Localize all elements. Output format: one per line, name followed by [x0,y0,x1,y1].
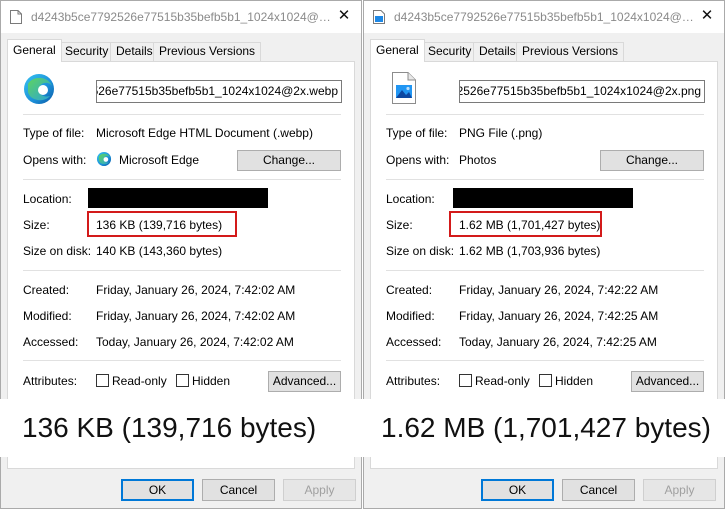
readonly-checkbox[interactable] [96,374,109,387]
opens-with-value: Photos [459,153,497,167]
advanced-button[interactable]: Advanced... [631,371,704,392]
readonly-label: Read-only [475,374,530,388]
size-on-disk-value: 140 KB (143,360 bytes) [96,244,223,258]
modified-value: Friday, January 26, 2024, 7:42:25 AM [459,309,659,323]
png-file-icon [392,72,416,104]
created-value: Friday, January 26, 2024, 7:42:22 AM [459,283,659,297]
accessed-value: Today, January 26, 2024, 7:42:25 AM [459,335,657,349]
opens-with-label: Opens with: [386,153,450,167]
type-label: Type of file: [386,126,448,140]
hidden-checkbox[interactable] [176,374,189,387]
edge-icon [24,74,54,104]
modified-label: Modified: [23,309,72,323]
cancel-button[interactable]: Cancel [562,479,635,501]
location-redacted [88,188,268,208]
window-title: d4243b5ce7792526e77515b35befb5b1_1024x10… [394,10,694,24]
tab-general[interactable]: General [370,39,425,62]
close-button[interactable]: ✕ [696,5,718,27]
location-label: Location: [386,192,435,206]
separator [23,179,341,180]
size-highlight-box [87,211,237,237]
accessed-label: Accessed: [23,335,79,349]
modified-label: Modified: [386,309,435,323]
zoomed-size-overlay: 136 KB (139,716 bytes) 1.62 MB (1,701,42… [0,399,725,457]
size-label: Size: [23,218,50,232]
filename-field[interactable]: d4243b5ce7792526e77515b35befb5b1_1024x10… [459,80,705,103]
change-button[interactable]: Change... [600,150,704,171]
created-value: Friday, January 26, 2024, 7:42:02 AM [96,283,296,297]
separator [386,114,704,115]
title-bar[interactable]: d4243b5ce7792526e77515b35befb5b1_1024x10… [364,1,724,33]
cancel-button[interactable]: Cancel [202,479,275,501]
attributes-label: Attributes: [386,374,441,388]
readonly-label: Read-only [112,374,167,388]
size-highlight-box [449,211,602,237]
advanced-button[interactable]: Advanced... [268,371,341,392]
tab-general[interactable]: General [7,39,62,62]
ok-button[interactable]: OK [121,479,194,501]
change-button[interactable]: Change... [237,150,341,171]
separator [23,270,341,271]
hidden-checkbox[interactable] [539,374,552,387]
type-value: PNG File (.png) [459,126,543,140]
separator [386,360,704,361]
size-on-disk-value: 1.62 MB (1,703,936 bytes) [459,244,601,258]
zoomed-size-right: 1.62 MB (1,701,427 bytes) [381,412,711,443]
size-on-disk-label: Size on disk: [386,244,455,258]
type-label: Type of file: [23,126,85,140]
tab-previous-versions[interactable]: Previous Versions [153,42,262,61]
tab-security[interactable]: Security [422,42,478,61]
apply-button[interactable]: Apply [643,479,716,501]
location-label: Location: [23,192,72,206]
image-file-icon [373,10,385,24]
size-on-disk-label: Size on disk: [23,244,92,258]
hidden-label: Hidden [555,374,594,388]
separator [386,270,704,271]
zoomed-size-left: 136 KB (139,716 bytes) [22,412,317,443]
tab-previous-versions[interactable]: Previous Versions [516,42,625,61]
location-redacted [453,188,633,208]
window-title: d4243b5ce7792526e77515b35befb5b1_1024x10… [31,10,331,24]
edge-icon [96,151,112,167]
tab-security[interactable]: Security [59,42,115,61]
opens-with-label: Opens with: [23,153,87,167]
title-bar[interactable]: d4243b5ce7792526e77515b35befb5b1_1024x10… [1,1,361,33]
accessed-value: Today, January 26, 2024, 7:42:02 AM [96,335,294,349]
opens-with-value: Microsoft Edge [119,153,200,167]
separator [23,114,341,115]
ok-button[interactable]: OK [481,479,554,501]
type-value: Microsoft Edge HTML Document (.webp) [96,126,313,140]
tab-details[interactable]: Details [110,42,159,61]
hidden-label: Hidden [192,374,231,388]
separator [386,179,704,180]
close-button[interactable]: ✕ [333,5,355,27]
size-label: Size: [386,218,413,232]
tab-details[interactable]: Details [473,42,522,61]
file-icon [10,10,22,24]
readonly-checkbox[interactable] [459,374,472,387]
separator [23,360,341,361]
created-label: Created: [386,283,433,297]
attributes-label: Attributes: [23,374,78,388]
accessed-label: Accessed: [386,335,442,349]
created-label: Created: [23,283,70,297]
modified-value: Friday, January 26, 2024, 7:42:02 AM [96,309,296,323]
filename-field[interactable]: d4243b5ce7792526e77515b35befb5b1_1024x10… [96,80,342,103]
apply-button[interactable]: Apply [283,479,356,501]
